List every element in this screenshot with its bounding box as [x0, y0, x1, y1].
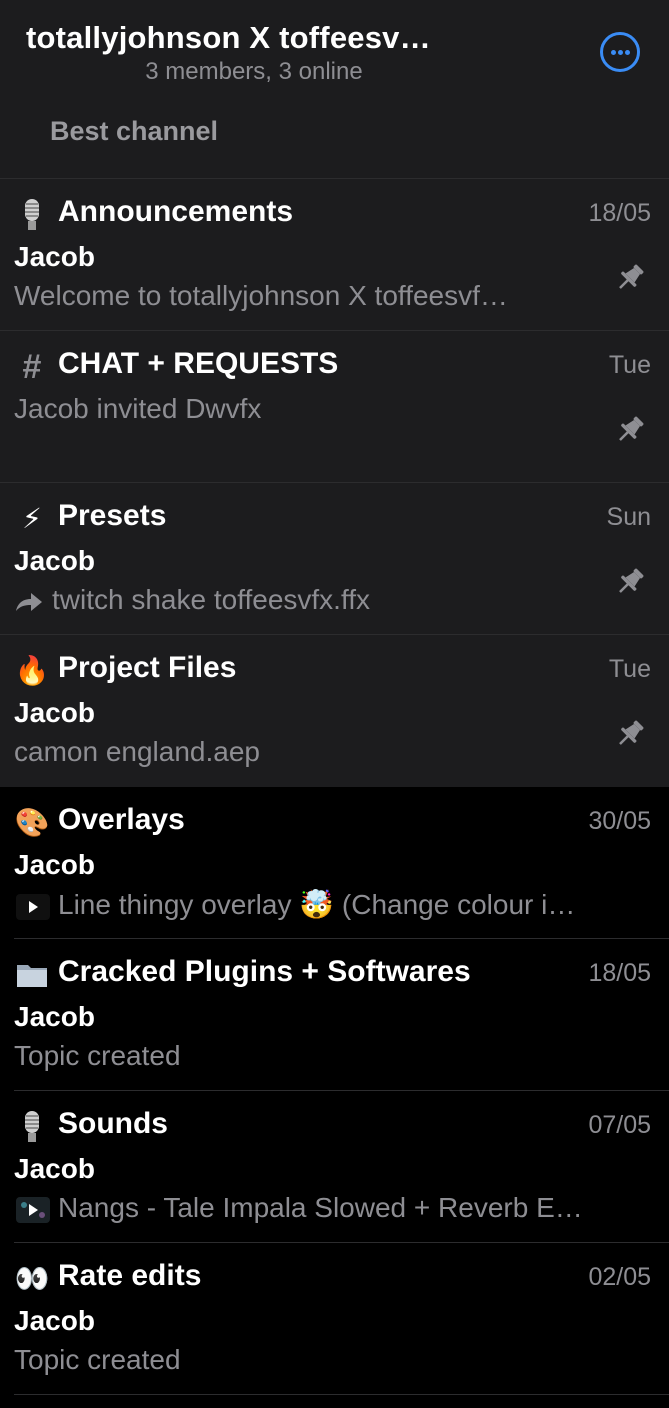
pin-icon — [619, 264, 644, 289]
topic-title: Rate edits — [58, 1259, 202, 1292]
more-dot — [611, 50, 616, 55]
row-divider — [14, 1394, 669, 1395]
topic-preview: Topic created — [14, 1344, 181, 1375]
more-dot — [625, 50, 630, 55]
topic-title: Presets — [58, 499, 167, 532]
preview-text: twitch shake toffeesvfx.ffx — [52, 584, 371, 615]
topic-row[interactable]: 🎨 Overlays 30/05 Jacob Line thingy overl… — [0, 787, 669, 939]
preview-text: Line thingy overlay — [58, 889, 292, 920]
forward-arrow-icon — [16, 592, 42, 611]
topic-title: Overlays — [58, 803, 185, 836]
group-title[interactable]: totallyjohnson X toffeesv… — [26, 20, 496, 56]
topic-date: 18/05 — [588, 959, 651, 987]
microphone-icon — [14, 1109, 50, 1145]
topic-row[interactable]: Sounds 07/05 Jacob Nangs - Tale Impala S… — [0, 1091, 669, 1243]
topic-title: Announcements — [58, 195, 294, 228]
preview-text: Nangs - Tale Impala Slowed + Reverb E… — [58, 1192, 583, 1223]
lightning-icon: ⚡ — [22, 502, 42, 535]
topic-title: Cracked Plugins + Softwares — [58, 955, 471, 988]
topic-sender: Jacob — [14, 697, 95, 728]
fire-icon: 🔥 — [14, 654, 50, 687]
topic-date: Tue — [608, 351, 651, 379]
topic-preview: Welcome to totallyjohnson X toffeesvf… — [14, 280, 508, 311]
topic-date: 07/05 — [588, 1111, 651, 1139]
topic-preview: Nangs - Tale Impala Slowed + Reverb E… — [14, 1192, 654, 1225]
topic-title: CHAT + REQUESTS — [58, 347, 339, 380]
topic-row[interactable]: 👀 Rate edits 02/05 Jacob Topic created — [0, 1243, 669, 1395]
channel-description: Best channel — [50, 116, 219, 146]
topic-row[interactable]: 🔥 Project Files Tue Jacob camon england.… — [0, 635, 669, 787]
play-icon — [16, 893, 50, 920]
topic-date: 18/05 — [588, 199, 651, 227]
topic-sender: Jacob — [14, 241, 95, 272]
topic-sender: Jacob — [14, 1001, 95, 1032]
topic-row[interactable]: ⚡ Presets Sun Jacob twitch shake toffees… — [0, 483, 669, 635]
topic-title: Project Files — [58, 651, 237, 684]
topic-preview: Line thingy overlay 🤯 (Change colour i… — [14, 888, 654, 922]
topic-sender: Jacob — [14, 545, 95, 576]
topic-preview: Topic created — [14, 1040, 181, 1071]
eyes-icon: 👀 — [14, 1262, 50, 1295]
pin-icon — [619, 568, 644, 593]
topic-preview: twitch shake toffeesvfx.ffx — [14, 584, 589, 616]
microphone-icon — [14, 197, 50, 233]
topic-row[interactable]: Announcements 18/05 Jacob Welcome to tot… — [0, 179, 669, 331]
topic-preview: camon england.aep — [14, 736, 260, 767]
video-thumbnail-icon — [16, 1196, 50, 1223]
preview-text-tail: (Change colour i… — [341, 889, 576, 920]
exploding-head-emoji: 🤯 — [299, 888, 335, 921]
more-options-button[interactable] — [600, 32, 640, 72]
member-count: 3 members, 3 online — [145, 58, 363, 85]
pin-icon — [619, 720, 644, 745]
pin-icon — [619, 416, 644, 441]
topic-date: Sun — [606, 503, 651, 531]
chat-header: totallyjohnson X toffeesv… 3 members, 3 … — [0, 0, 669, 179]
topic-sender: Jacob — [14, 849, 95, 880]
topic-date: 02/05 — [588, 1263, 651, 1291]
topic-row[interactable]: # CHAT + REQUESTS Tue Jacob invited Dwvf… — [0, 331, 669, 483]
topic-date: Tue — [608, 655, 651, 683]
topic-sender: Jacob — [14, 1305, 95, 1336]
topic-date: 30/05 — [588, 807, 651, 835]
topic-title: Sounds — [58, 1107, 168, 1140]
palette-icon: 🎨 — [14, 806, 50, 839]
topic-sender: Jacob — [14, 1153, 95, 1184]
folder-icon — [14, 957, 50, 993]
topic-row[interactable]: Cracked Plugins + Softwares 18/05 Jacob … — [0, 939, 669, 1091]
hash-icon: # — [22, 348, 42, 386]
topic-preview: Jacob invited Dwvfx — [14, 393, 262, 424]
more-dot — [618, 50, 623, 55]
